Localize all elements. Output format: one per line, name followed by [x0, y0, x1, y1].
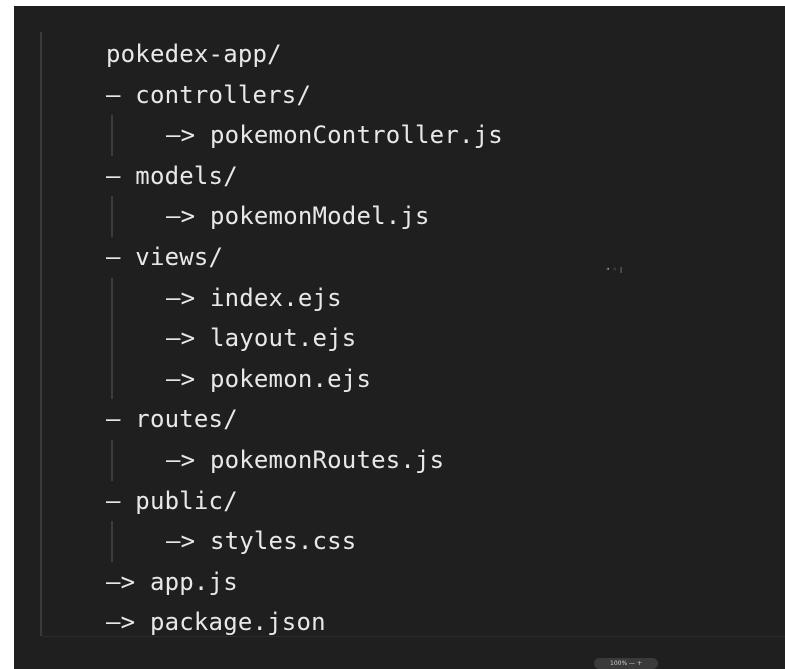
zoom-control[interactable]: 100% — + — [594, 658, 658, 669]
code-line-folder: – controllers/ — [106, 75, 503, 116]
code-line-file: –> layout.ejs — [106, 318, 503, 359]
indent-guide — [111, 521, 113, 562]
code-line-file: –> styles.css — [106, 521, 503, 562]
code-line-folder: – models/ — [106, 156, 503, 197]
code-line-file: –> app.js — [106, 562, 503, 603]
code-line-folder: – public/ — [106, 481, 503, 522]
code-line-text: – routes/ — [106, 405, 238, 434]
code-line-text: –> styles.css — [166, 527, 357, 556]
indent-guide — [111, 196, 113, 237]
stray-cursor-glyphs: ⁍ ◦ ׀ — [606, 265, 623, 274]
code-line-file: –> index.ejs — [106, 277, 503, 319]
code-line-file: –> package.json — [106, 602, 503, 643]
code-line-text: –> index.ejs — [166, 283, 342, 312]
code-line-text: – models/ — [106, 161, 238, 190]
code-line-file: –> pokemon.ejs — [106, 358, 503, 400]
editor-gutter-line — [40, 32, 42, 636]
code-line-text: –> layout.ejs — [166, 324, 357, 353]
indent-guide — [111, 358, 113, 400]
code-line-text: – controllers/ — [106, 80, 312, 109]
code-line-file: –> pokemonRoutes.js — [106, 439, 503, 481]
code-line-root: pokedex-app/ — [106, 34, 503, 75]
indent-guide — [111, 439, 113, 481]
code-line-folder: – views/ — [106, 237, 503, 278]
indent-guide — [111, 318, 113, 359]
code-line-text: –> pokemonController.js — [166, 121, 503, 150]
code-line-text: –> pokemon.ejs — [166, 364, 372, 393]
code-line-text: – views/ — [106, 242, 224, 271]
code-line-folder: – routes/ — [106, 399, 503, 440]
code-line-text: –> app.js — [106, 567, 238, 596]
code-line-text: – public/ — [106, 486, 238, 515]
code-line-text: –> package.json — [106, 608, 326, 637]
folder-tree-code: pokedex-app/ – controllers/ –> pokemonCo… — [106, 34, 503, 643]
code-line-text: pokedex-app/ — [106, 40, 282, 68]
code-line-text: –> pokemonRoutes.js — [166, 445, 445, 474]
indent-guide — [111, 115, 113, 156]
code-line-file: –> pokemonModel.js — [106, 196, 503, 237]
indent-guide — [111, 277, 113, 319]
code-line-file: –> pokemonController.js — [106, 115, 503, 156]
code-line-text: –> pokemonModel.js — [166, 202, 430, 231]
